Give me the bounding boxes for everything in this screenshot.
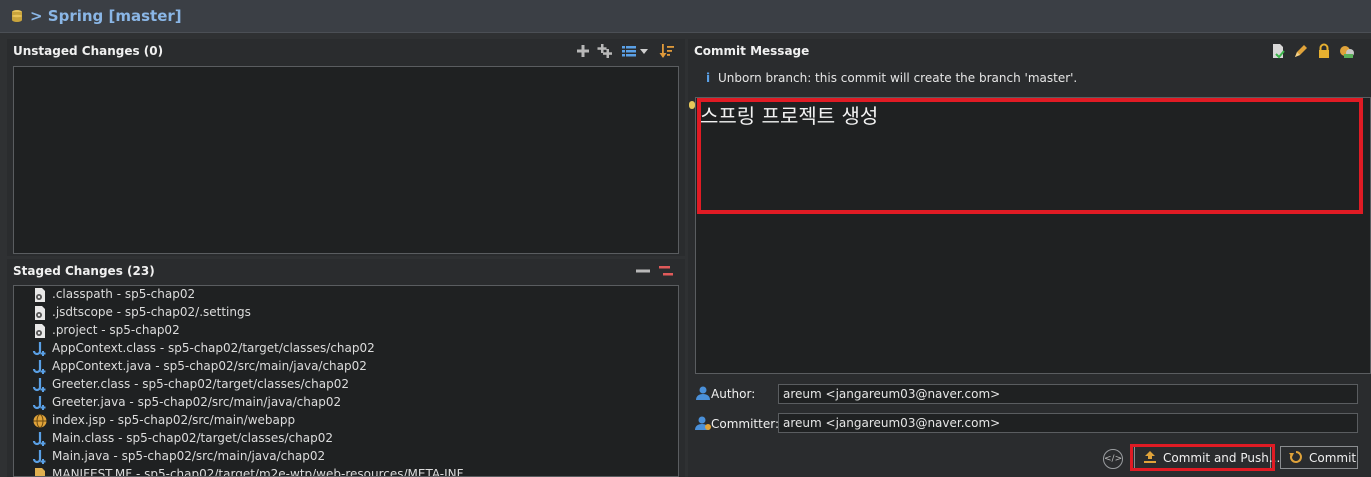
- info-icon: i: [705, 71, 711, 85]
- unstaged-changes-panel: Unstaged Changes (0): [7, 39, 685, 256]
- config-file-icon: [35, 306, 45, 320]
- repository-icon: [12, 10, 22, 22]
- config-file-icon: [35, 288, 45, 302]
- file-name: index.jsp - sp5-chap02/src/main/webapp: [52, 413, 296, 427]
- java-file-icon: [32, 360, 46, 374]
- gpg-lock-icon[interactable]: [1316, 43, 1332, 59]
- commit-message-text: 스프링 프로젝트 생성: [700, 104, 879, 128]
- file-name: MANIFEST.MF - sp5-chap02/target/m2e-wtp/…: [52, 467, 464, 477]
- committer-icon: [695, 416, 711, 430]
- author-label: Author:: [711, 387, 756, 401]
- chevron-down-icon[interactable]: [639, 43, 649, 59]
- commit-and-push-label: Commit and Push...: [1163, 451, 1281, 465]
- commit-message-panel: Commit Message i Unborn branch: this com…: [688, 39, 1371, 477]
- commit-label: Commit: [1309, 451, 1357, 465]
- committer-label: Committer:: [711, 417, 779, 431]
- manifest-file-icon: [35, 468, 45, 476]
- file-name: .jsdtscope - sp5-chap02/.settings: [52, 305, 251, 319]
- info-text: Unborn branch: this commit will create t…: [718, 71, 1078, 85]
- sign-off-icon[interactable]: [1270, 43, 1286, 59]
- file-name: Greeter.class - sp5-chap02/target/classe…: [52, 377, 349, 391]
- author-field[interactable]: areum <jangareum03@naver.com>: [778, 384, 1358, 404]
- java-file-icon: [32, 342, 46, 356]
- file-name: .classpath - sp5-chap02: [52, 287, 196, 301]
- repository-title-bar: > Spring [master]: [0, 0, 1371, 33]
- author-icon: [696, 386, 710, 400]
- repository-title: > Spring [master]: [30, 7, 182, 25]
- file-name: AppContext.class - sp5-chap02/target/cla…: [52, 341, 375, 355]
- unstaged-title: Unstaged Changes (0): [13, 44, 164, 58]
- config-file-icon: [35, 324, 45, 338]
- java-file-icon: [32, 450, 46, 464]
- commit-title: Commit Message: [694, 44, 810, 58]
- file-name: Greeter.java - sp5-chap02/src/main/java/…: [52, 395, 342, 409]
- list-view-icon[interactable]: [621, 43, 637, 59]
- committer-field[interactable]: areum <jangareum03@naver.com>: [778, 413, 1358, 433]
- java-file-icon: [32, 396, 46, 410]
- staged-header: Staged Changes (23): [7, 259, 685, 283]
- file-name: AppContext.java - sp5-chap02/src/main/ja…: [52, 359, 367, 373]
- commit-message-editor[interactable]: 스프링 프로젝트 생성: [695, 97, 1371, 374]
- add-all-to-index-icon[interactable]: [597, 43, 613, 59]
- commit-header: Commit Message: [688, 39, 1371, 63]
- upload-icon: [1144, 451, 1156, 463]
- web-file-icon: [33, 414, 47, 428]
- staged-title: Staged Changes (23): [13, 264, 155, 278]
- file-name: .project - sp5-chap02: [52, 323, 180, 337]
- commit-and-push-button[interactable]: Commit and Push...: [1134, 446, 1280, 469]
- sort-icon[interactable]: [659, 43, 675, 59]
- push-branch-icon[interactable]: [1339, 43, 1355, 59]
- remove-all-from-index-icon[interactable]: [658, 263, 674, 279]
- java-file-icon: [32, 432, 46, 446]
- commit-button[interactable]: Commit: [1280, 446, 1358, 469]
- staged-file-list[interactable]: .classpath - sp5-chap02 .jsdtscope - sp5-…: [13, 285, 679, 477]
- file-name: Main.java - sp5-chap02/src/main/java/cha…: [52, 449, 326, 463]
- java-file-icon: [32, 378, 46, 392]
- commit-icon: [1289, 451, 1302, 463]
- file-name: Main.class - sp5-chap02/target/classes/c…: [52, 431, 333, 445]
- add-to-index-icon[interactable]: [575, 43, 591, 59]
- unstaged-file-list[interactable]: [13, 66, 679, 254]
- code-style-button[interactable]: </>: [1103, 449, 1123, 469]
- amend-pencil-icon[interactable]: [1293, 43, 1309, 59]
- unstaged-header: Unstaged Changes (0): [7, 39, 685, 63]
- remove-from-index-icon[interactable]: [635, 263, 651, 279]
- staged-changes-panel: Staged Changes (23) .classpath - sp5-cha…: [7, 259, 685, 477]
